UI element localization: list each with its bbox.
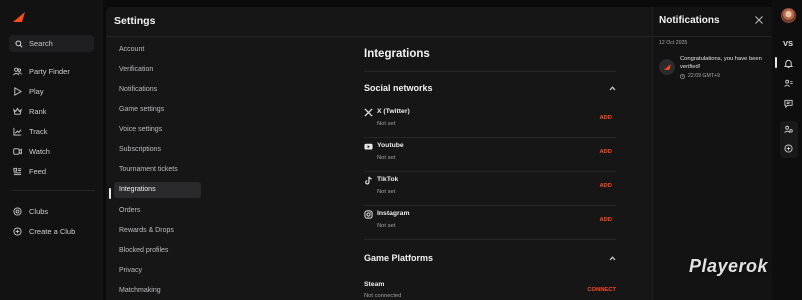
x-twitter-icon (364, 108, 373, 117)
social-name: TikTok (377, 176, 399, 183)
social-networks-title: Social networks (364, 83, 433, 93)
nav-label: Play (29, 86, 44, 96)
nav-watch[interactable]: Watch (13, 145, 50, 157)
platform-status: Not connected (364, 293, 402, 299)
nav-party-finder[interactable]: Party Finder (13, 65, 70, 77)
app-sidebar: Search Party Finder Play Rank Track Watc… (0, 0, 103, 300)
menu-voice-settings[interactable]: Voice settings (114, 122, 201, 138)
social-name: Instagram (377, 210, 410, 217)
add-circle-icon[interactable] (784, 144, 793, 153)
vs-button[interactable]: VS (783, 39, 793, 48)
feed-icon (13, 167, 22, 175)
avatar[interactable] (781, 8, 796, 23)
add-x-button[interactable]: ADD (599, 115, 612, 121)
social-status: Not set (377, 223, 396, 229)
instagram-icon (364, 210, 373, 219)
nav-feed[interactable]: Feed (13, 165, 46, 177)
platform-name: Steam (364, 281, 385, 288)
divider (364, 71, 616, 72)
chat-icon[interactable] (784, 99, 793, 108)
rank-icon (13, 106, 22, 115)
divider (653, 36, 773, 37)
add-youtube-button[interactable]: ADD (599, 149, 612, 155)
social-name: Youtube (377, 142, 404, 149)
nav-label: Feed (29, 166, 47, 176)
integrations-content: Integrations Social networks X (Twitter)… (364, 7, 616, 300)
game-platforms-title: Game Platforms (364, 253, 434, 263)
social-status: Not set (377, 155, 396, 161)
search-button[interactable]: Search (9, 35, 94, 52)
settings-modal: Settings Account Verification Notificati… (106, 7, 652, 300)
nav-label: Watch (29, 146, 50, 156)
social-row-instagram: Instagram Not set ADD (364, 206, 616, 240)
nav-label: Track (29, 126, 48, 136)
connect-steam-button[interactable]: CONNECT (587, 287, 616, 293)
youtube-icon (364, 143, 373, 150)
search-label: Search (29, 39, 53, 48)
app-logo-icon[interactable] (13, 12, 25, 22)
clubs-icon (13, 206, 22, 216)
menu-privacy[interactable]: Privacy (114, 263, 201, 279)
search-icon (15, 39, 23, 48)
notification-message[interactable]: Congratulations, you have been verified! (680, 55, 770, 71)
active-menu-marker (109, 188, 111, 199)
menu-orders[interactable]: Orders (114, 203, 201, 219)
social-row-tiktok: TikTok Not set ADD (364, 172, 616, 206)
menu-notifications[interactable]: Notifications (114, 82, 201, 98)
nav-play[interactable]: Play (13, 85, 44, 97)
notification-time-text: 22:09 GMT+9 (688, 73, 720, 79)
sidebar-divider (11, 190, 95, 191)
menu-blocked-profiles[interactable]: Blocked profiles (114, 243, 201, 259)
social-row-x: X (Twitter) Not set ADD (364, 104, 616, 138)
app-logo-icon (663, 64, 671, 70)
watermark: Playerok (689, 256, 769, 276)
create-club-icon (13, 226, 22, 236)
page-title: Integrations (364, 48, 430, 60)
social-status: Not set (377, 121, 396, 127)
nav-clubs[interactable]: Clubs (13, 205, 48, 217)
menu-subscriptions[interactable]: Subscriptions (114, 142, 201, 158)
add-instagram-button[interactable]: ADD (599, 217, 612, 223)
notification-avatar (659, 59, 675, 75)
track-icon (13, 127, 22, 136)
menu-matchmaking[interactable]: Matchmaking (114, 283, 201, 299)
bell-icon[interactable] (784, 59, 793, 68)
settings-title: Settings (114, 15, 156, 27)
nav-label: Create a Club (29, 226, 76, 236)
menu-integrations[interactable]: Integrations (114, 182, 201, 198)
notification-time: 22:09 GMT+9 (680, 73, 720, 79)
menu-tournament-tickets[interactable]: Tournament tickets (114, 162, 201, 178)
social-status: Not set (377, 189, 396, 195)
party-finder-icon (13, 67, 22, 75)
menu-verification[interactable]: Verification (114, 62, 201, 78)
active-rail-marker (775, 57, 777, 68)
chevron-up-icon[interactable] (609, 86, 616, 91)
right-rail: VS (772, 0, 802, 300)
nav-create-club[interactable]: Create a Club (13, 225, 75, 237)
notifications-title: Notifications (659, 15, 720, 26)
chevron-up-icon[interactable] (609, 256, 616, 261)
social-row-youtube: Youtube Not set ADD (364, 138, 616, 172)
friends-icon[interactable] (784, 79, 793, 88)
nav-label: Clubs (29, 206, 49, 216)
add-tiktok-button[interactable]: ADD (599, 183, 612, 189)
nav-label: Party Finder (29, 66, 70, 76)
nav-rank[interactable]: Rank (13, 105, 47, 117)
notification-date: 12 Oct 2025 (659, 40, 688, 46)
tiktok-icon (365, 176, 372, 185)
group-settings-icon[interactable] (784, 125, 793, 134)
menu-account[interactable]: Account (114, 42, 201, 58)
play-icon (14, 86, 22, 96)
menu-rewards-drops[interactable]: Rewards & Drops (114, 223, 201, 239)
watch-icon (13, 147, 22, 155)
clock-icon (680, 73, 685, 79)
nav-label: Rank (29, 106, 47, 116)
close-icon[interactable] (755, 16, 763, 24)
menu-game-settings[interactable]: Game settings (114, 102, 201, 118)
social-name: X (Twitter) (377, 108, 410, 115)
nav-track[interactable]: Track (13, 125, 47, 137)
